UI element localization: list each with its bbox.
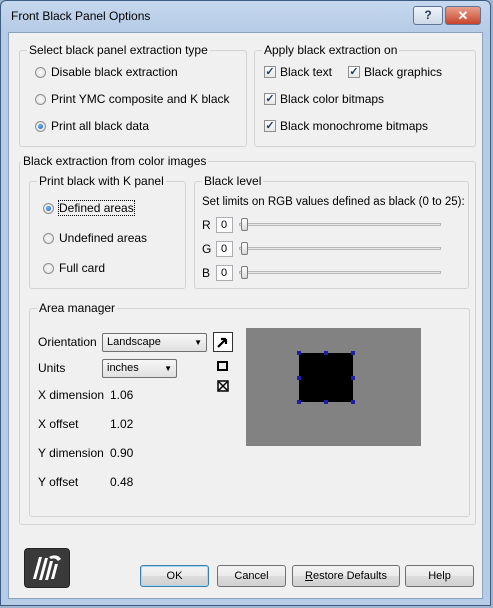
color-images-group: Black extraction from color images Print… bbox=[19, 154, 476, 525]
checkbox-label: Black monochrome bitmaps bbox=[280, 119, 429, 133]
close-icon: ✕ bbox=[457, 8, 469, 23]
area-manager-group: Area manager Orientation Landscape ▼ Uni… bbox=[29, 301, 470, 517]
dialog-window: Front Black Panel Options ? ✕ Select bla… bbox=[0, 0, 491, 606]
y-dimension-value: 0.90 bbox=[110, 446, 134, 460]
orientation-select[interactable]: Landscape ▼ bbox=[102, 333, 207, 352]
radio-indicator[interactable] bbox=[35, 66, 46, 78]
black-level-group: Black level Set limits on RGB values def… bbox=[194, 174, 469, 289]
y-offset-label: Y offset bbox=[38, 475, 79, 489]
checkbox-label: Black text bbox=[280, 65, 333, 79]
radio-label: Full card bbox=[59, 261, 106, 275]
units-value: inches bbox=[107, 362, 139, 374]
resize-handle[interactable] bbox=[297, 351, 301, 355]
checkbox-label: Black color bitmaps bbox=[280, 92, 385, 106]
area-manager-legend: Area manager bbox=[37, 301, 118, 315]
radio-indicator[interactable] bbox=[35, 120, 46, 132]
chevron-down-icon: ▼ bbox=[164, 364, 172, 373]
resize-handle[interactable] bbox=[297, 400, 301, 404]
y-offset-value: 0.48 bbox=[110, 475, 134, 489]
checkbox-black-color-bitmaps[interactable]: ✓ Black color bitmaps bbox=[264, 92, 384, 106]
radio-disable-extraction[interactable]: Disable black extraction bbox=[35, 65, 178, 79]
radio-label: Print YMC composite and K black bbox=[51, 92, 230, 106]
radio-indicator[interactable] bbox=[35, 93, 46, 105]
ok-button[interactable]: OK bbox=[140, 565, 209, 587]
radio-indicator[interactable] bbox=[43, 232, 54, 244]
units-label: Units bbox=[38, 361, 66, 375]
radio-full-card[interactable]: Full card bbox=[43, 261, 105, 275]
radio-label: Print all black data bbox=[51, 119, 150, 133]
card-preview[interactable] bbox=[246, 328, 421, 446]
checkbox-black-graphics[interactable]: ✓ Black graphics bbox=[348, 65, 442, 79]
radio-label: Defined areas bbox=[58, 200, 135, 216]
color-images-legend: Black extraction from color images bbox=[21, 154, 209, 168]
channel-g-label: G bbox=[202, 242, 212, 256]
apply-extraction-group: Apply black extraction on ✓ Black text ✓… bbox=[254, 43, 476, 147]
title-help-button[interactable]: ? bbox=[413, 6, 443, 25]
radio-print-all-black[interactable]: Print all black data bbox=[35, 119, 149, 133]
resize-handle[interactable] bbox=[324, 400, 328, 404]
g-slider-thumb[interactable] bbox=[241, 242, 248, 255]
apply-extraction-legend: Apply black extraction on bbox=[262, 43, 400, 57]
b-value-input[interactable]: 0 bbox=[216, 265, 233, 281]
checkbox-label: Black graphics bbox=[364, 65, 443, 79]
print-k-panel-group: Print black with K panel Defined areas U… bbox=[29, 174, 186, 289]
x-dimension-value: 1.06 bbox=[110, 388, 134, 402]
radio-indicator[interactable] bbox=[43, 202, 54, 214]
y-dimension-label: Y dimension bbox=[38, 446, 104, 460]
restore-label: estore Defaults bbox=[312, 570, 387, 582]
title-close-button[interactable]: ✕ bbox=[445, 6, 481, 25]
orientation-label: Orientation bbox=[38, 335, 97, 349]
units-select[interactable]: inches ▼ bbox=[102, 359, 177, 378]
checkbox-black-text[interactable]: ✓ Black text bbox=[264, 65, 332, 79]
r-slider-track[interactable] bbox=[239, 223, 441, 226]
resize-handle[interactable] bbox=[324, 351, 328, 355]
restore-accelerator: R bbox=[305, 570, 313, 582]
cancel-button[interactable]: Cancel bbox=[217, 565, 286, 587]
radio-indicator[interactable] bbox=[43, 262, 54, 274]
checkbox-black-monochrome-bitmaps[interactable]: ✓ Black monochrome bitmaps bbox=[264, 119, 428, 133]
question-mark-icon: ? bbox=[424, 8, 432, 22]
b-slider-track[interactable] bbox=[239, 271, 441, 274]
help-button[interactable]: Help bbox=[405, 565, 474, 587]
restore-defaults-button[interactable]: Restore Defaults bbox=[292, 565, 400, 587]
radio-label: Disable black extraction bbox=[51, 65, 178, 79]
b-slider-thumb[interactable] bbox=[241, 266, 248, 279]
g-slider-track[interactable] bbox=[239, 247, 441, 250]
g-value-input[interactable]: 0 bbox=[216, 241, 233, 257]
r-value-input[interactable]: 0 bbox=[216, 217, 233, 233]
resize-handle[interactable] bbox=[351, 400, 355, 404]
arrow-icon[interactable] bbox=[213, 332, 233, 352]
orientation-value: Landscape bbox=[107, 336, 161, 348]
x-offset-value: 1.02 bbox=[110, 417, 134, 431]
radio-label: Undefined areas bbox=[59, 231, 148, 245]
checkmark-icon[interactable]: ✓ bbox=[264, 120, 276, 132]
channel-b-label: B bbox=[202, 266, 211, 280]
dialog-body: Select black panel extraction type Disab… bbox=[8, 32, 483, 599]
resize-handle[interactable] bbox=[297, 376, 301, 380]
chevron-down-icon: ▼ bbox=[194, 338, 202, 347]
resize-handle[interactable] bbox=[351, 376, 355, 380]
rectangle-icon[interactable] bbox=[217, 361, 228, 371]
print-k-panel-legend: Print black with K panel bbox=[37, 174, 166, 188]
extraction-type-legend: Select black panel extraction type bbox=[27, 43, 210, 57]
checkmark-icon[interactable]: ✓ bbox=[348, 66, 360, 78]
radio-print-ymc-composite[interactable]: Print YMC composite and K black bbox=[35, 92, 230, 106]
delete-area-icon[interactable] bbox=[217, 380, 229, 392]
defined-area[interactable] bbox=[299, 353, 353, 402]
checkmark-icon[interactable]: ✓ bbox=[264, 66, 276, 78]
window-title: Front Black Panel Options bbox=[11, 9, 151, 23]
zebra-logo bbox=[24, 548, 70, 588]
black-level-instruction: Set limits on RGB values defined as blac… bbox=[202, 196, 465, 208]
radio-defined-areas[interactable]: Defined areas bbox=[43, 200, 135, 216]
black-level-legend: Black level bbox=[202, 174, 264, 188]
r-slider-thumb[interactable] bbox=[241, 218, 248, 231]
radio-undefined-areas[interactable]: Undefined areas bbox=[43, 231, 147, 245]
x-offset-label: X offset bbox=[38, 417, 79, 431]
checkmark-icon[interactable]: ✓ bbox=[264, 93, 276, 105]
extraction-type-group: Select black panel extraction type Disab… bbox=[19, 43, 247, 147]
title-bar: Front Black Panel Options ? ✕ bbox=[1, 1, 490, 31]
channel-r-label: R bbox=[202, 218, 211, 232]
x-dimension-label: X dimension bbox=[38, 388, 105, 402]
resize-handle[interactable] bbox=[351, 351, 355, 355]
